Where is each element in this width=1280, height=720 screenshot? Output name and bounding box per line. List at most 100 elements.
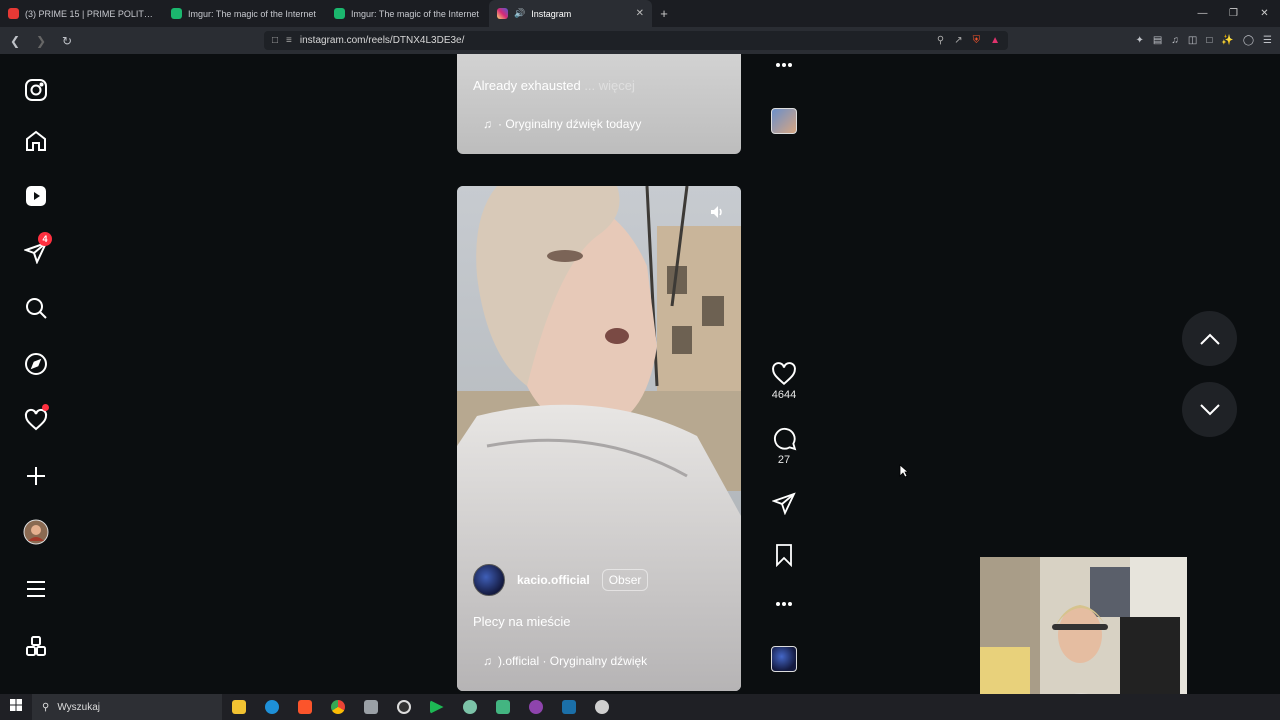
more-link[interactable]: ... więcej — [584, 78, 635, 93]
more-menu-icon[interactable] — [22, 575, 50, 603]
caption-text: Already exhausted — [473, 78, 581, 93]
youtube-favicon-icon — [8, 8, 19, 19]
new-tab-button[interactable]: + — [652, 6, 676, 21]
url-text[interactable]: instagram.com/reels/DTNX4L3DE3e/ — [300, 35, 929, 46]
username-link[interactable]: kacio.official — [517, 573, 590, 587]
app-icon[interactable] — [453, 694, 486, 720]
restore-icon[interactable]: ❐ — [1218, 8, 1249, 19]
taskbar-search[interactable]: ⚲ Wyszukaj — [32, 694, 222, 720]
reel-audio[interactable]: ♫ ).official · Oryginalny dźwięk — [483, 654, 647, 668]
home-icon[interactable] — [22, 127, 50, 155]
app-icon[interactable] — [354, 694, 387, 720]
current-reel-video[interactable]: kacio.official Obser Plecy na mieście ♫ … — [457, 186, 741, 691]
instagram-logo-icon[interactable] — [22, 76, 50, 104]
previous-audio-thumb[interactable] — [768, 108, 800, 134]
tab-instagram[interactable]: 🔊 Instagram ✕ — [489, 0, 652, 27]
chevron-down-icon — [1199, 403, 1220, 415]
search-icon[interactable] — [22, 294, 50, 322]
browser-toolbar: ❮ ❯ ↻ □ ≡ instagram.com/reels/DTNX4L3DE3… — [0, 27, 1280, 54]
audio-label: ).official · Oryginalny dźwięk — [498, 654, 648, 668]
forward-icon[interactable]: ❯ — [34, 34, 48, 48]
obs-icon[interactable] — [387, 694, 420, 720]
share-icon[interactable]: ↗ — [954, 35, 962, 46]
tab-prime[interactable]: (3) PRIME 15 | PRIME POLITYK SH — [0, 0, 163, 27]
music-icon[interactable]: ♫ — [1171, 35, 1179, 46]
windows-taskbar: ⚲ Wyszukaj — [0, 694, 1280, 720]
play-app-icon[interactable] — [420, 694, 453, 720]
vpn-icon[interactable]: ◯ — [1243, 35, 1254, 46]
comment-button[interactable]: 27 — [768, 426, 800, 466]
create-icon[interactable] — [22, 462, 50, 490]
like-count: 4644 — [771, 389, 797, 401]
zoom-icon[interactable]: ⚲ — [937, 35, 944, 46]
window-controls: — ❐ ✕ — [1187, 8, 1280, 19]
ai-icon[interactable]: ✨ — [1221, 35, 1233, 46]
imgur-favicon-icon — [334, 8, 345, 19]
reel-actions: 4644 27 — [768, 54, 800, 694]
profile-icon[interactable] — [22, 518, 50, 546]
edge-icon[interactable] — [255, 694, 288, 720]
reels-icon[interactable] — [22, 182, 50, 210]
site-settings-icon[interactable]: ≡ — [286, 35, 292, 46]
messages-badge: 4 — [38, 232, 52, 246]
share-button[interactable] — [768, 491, 800, 515]
shield-icon[interactable]: ⛨ — [973, 35, 981, 46]
audio-thumb[interactable] — [768, 646, 800, 672]
search-placeholder: Wyszukaj — [57, 701, 101, 713]
follow-button[interactable]: Obser — [601, 569, 649, 591]
messages-icon[interactable]: 4 — [22, 232, 52, 266]
save-button[interactable] — [768, 543, 800, 567]
reload-icon[interactable]: ↻ — [60, 34, 74, 48]
music-note-icon: ♫ — [483, 654, 492, 668]
rewards-icon[interactable]: ▲ — [990, 35, 1000, 46]
windows-start-icon[interactable] — [0, 698, 32, 716]
extensions-icon[interactable]: ✦ — [1136, 35, 1144, 46]
avatar[interactable] — [473, 564, 505, 596]
app-icon[interactable] — [519, 694, 552, 720]
menu-icon[interactable]: ☰ — [1263, 35, 1272, 46]
search-icon: ⚲ — [42, 701, 50, 713]
mouse-cursor-icon — [899, 464, 910, 483]
sidebar-icon[interactable]: ◫ — [1188, 35, 1197, 46]
notifications-icon[interactable] — [22, 404, 50, 434]
file-explorer-icon[interactable] — [222, 694, 255, 720]
brave-icon[interactable] — [288, 694, 321, 720]
app-icon[interactable] — [486, 694, 519, 720]
close-window-icon[interactable]: ✕ — [1249, 8, 1280, 19]
music-note-icon: ♫ — [483, 117, 492, 131]
app-icon[interactable] — [585, 694, 618, 720]
speaker-icon: 🔊 — [514, 8, 526, 18]
more-options-icon[interactable] — [768, 601, 800, 607]
like-button[interactable]: 4644 — [768, 362, 800, 401]
tab-title: Imgur: The magic of the Internet — [351, 8, 479, 19]
chrome-icon[interactable] — [321, 694, 354, 720]
sidebar: 4 — [0, 54, 72, 694]
reel-caption: Already exhausted ... więcej — [473, 78, 635, 93]
close-tab-icon[interactable]: ✕ — [636, 8, 644, 19]
scroll-down-button[interactable] — [1182, 382, 1237, 437]
tab-imgur-2[interactable]: Imgur: The magic of the Internet — [326, 0, 489, 27]
address-tools: ⚲ ↗ ⛨ ▲ — [937, 35, 1000, 46]
more-options-icon[interactable] — [768, 62, 800, 68]
explore-icon[interactable] — [22, 350, 50, 378]
reel-owner: kacio.official Obser — [473, 564, 649, 596]
sound-on-icon[interactable] — [709, 204, 725, 225]
extensions-bar: ✦ ▤ ♫ ◫ □ ✨ ◯ ☰ — [1136, 35, 1272, 46]
steam-icon[interactable] — [552, 694, 585, 720]
address-bar[interactable]: □ ≡ instagram.com/reels/DTNX4L3DE3e/ ⚲ ↗… — [264, 31, 1008, 50]
tab-title: Instagram — [531, 8, 572, 19]
previous-reel[interactable]: Already exhausted ... więcej ♫ · Orygina… — [457, 54, 741, 154]
bookmark-icon[interactable]: □ — [272, 35, 278, 46]
reel-audio[interactable]: ♫ · Oryginalny dźwięk todayy — [483, 117, 641, 131]
reader-icon[interactable]: ▤ — [1153, 35, 1162, 46]
reel-caption: Plecy na mieście — [473, 614, 571, 629]
comment-count: 27 — [777, 454, 791, 466]
back-icon[interactable]: ❮ — [8, 34, 22, 48]
scroll-up-button[interactable] — [1182, 311, 1237, 366]
tab-imgur-1[interactable]: Imgur: The magic of the Internet — [163, 0, 326, 27]
instagram-favicon-icon — [497, 8, 508, 19]
apps-icon[interactable] — [22, 632, 50, 660]
tab-title: Imgur: The magic of the Internet — [188, 8, 316, 19]
wallet-icon[interactable]: □ — [1206, 35, 1212, 46]
minimize-icon[interactable]: — — [1187, 8, 1218, 19]
